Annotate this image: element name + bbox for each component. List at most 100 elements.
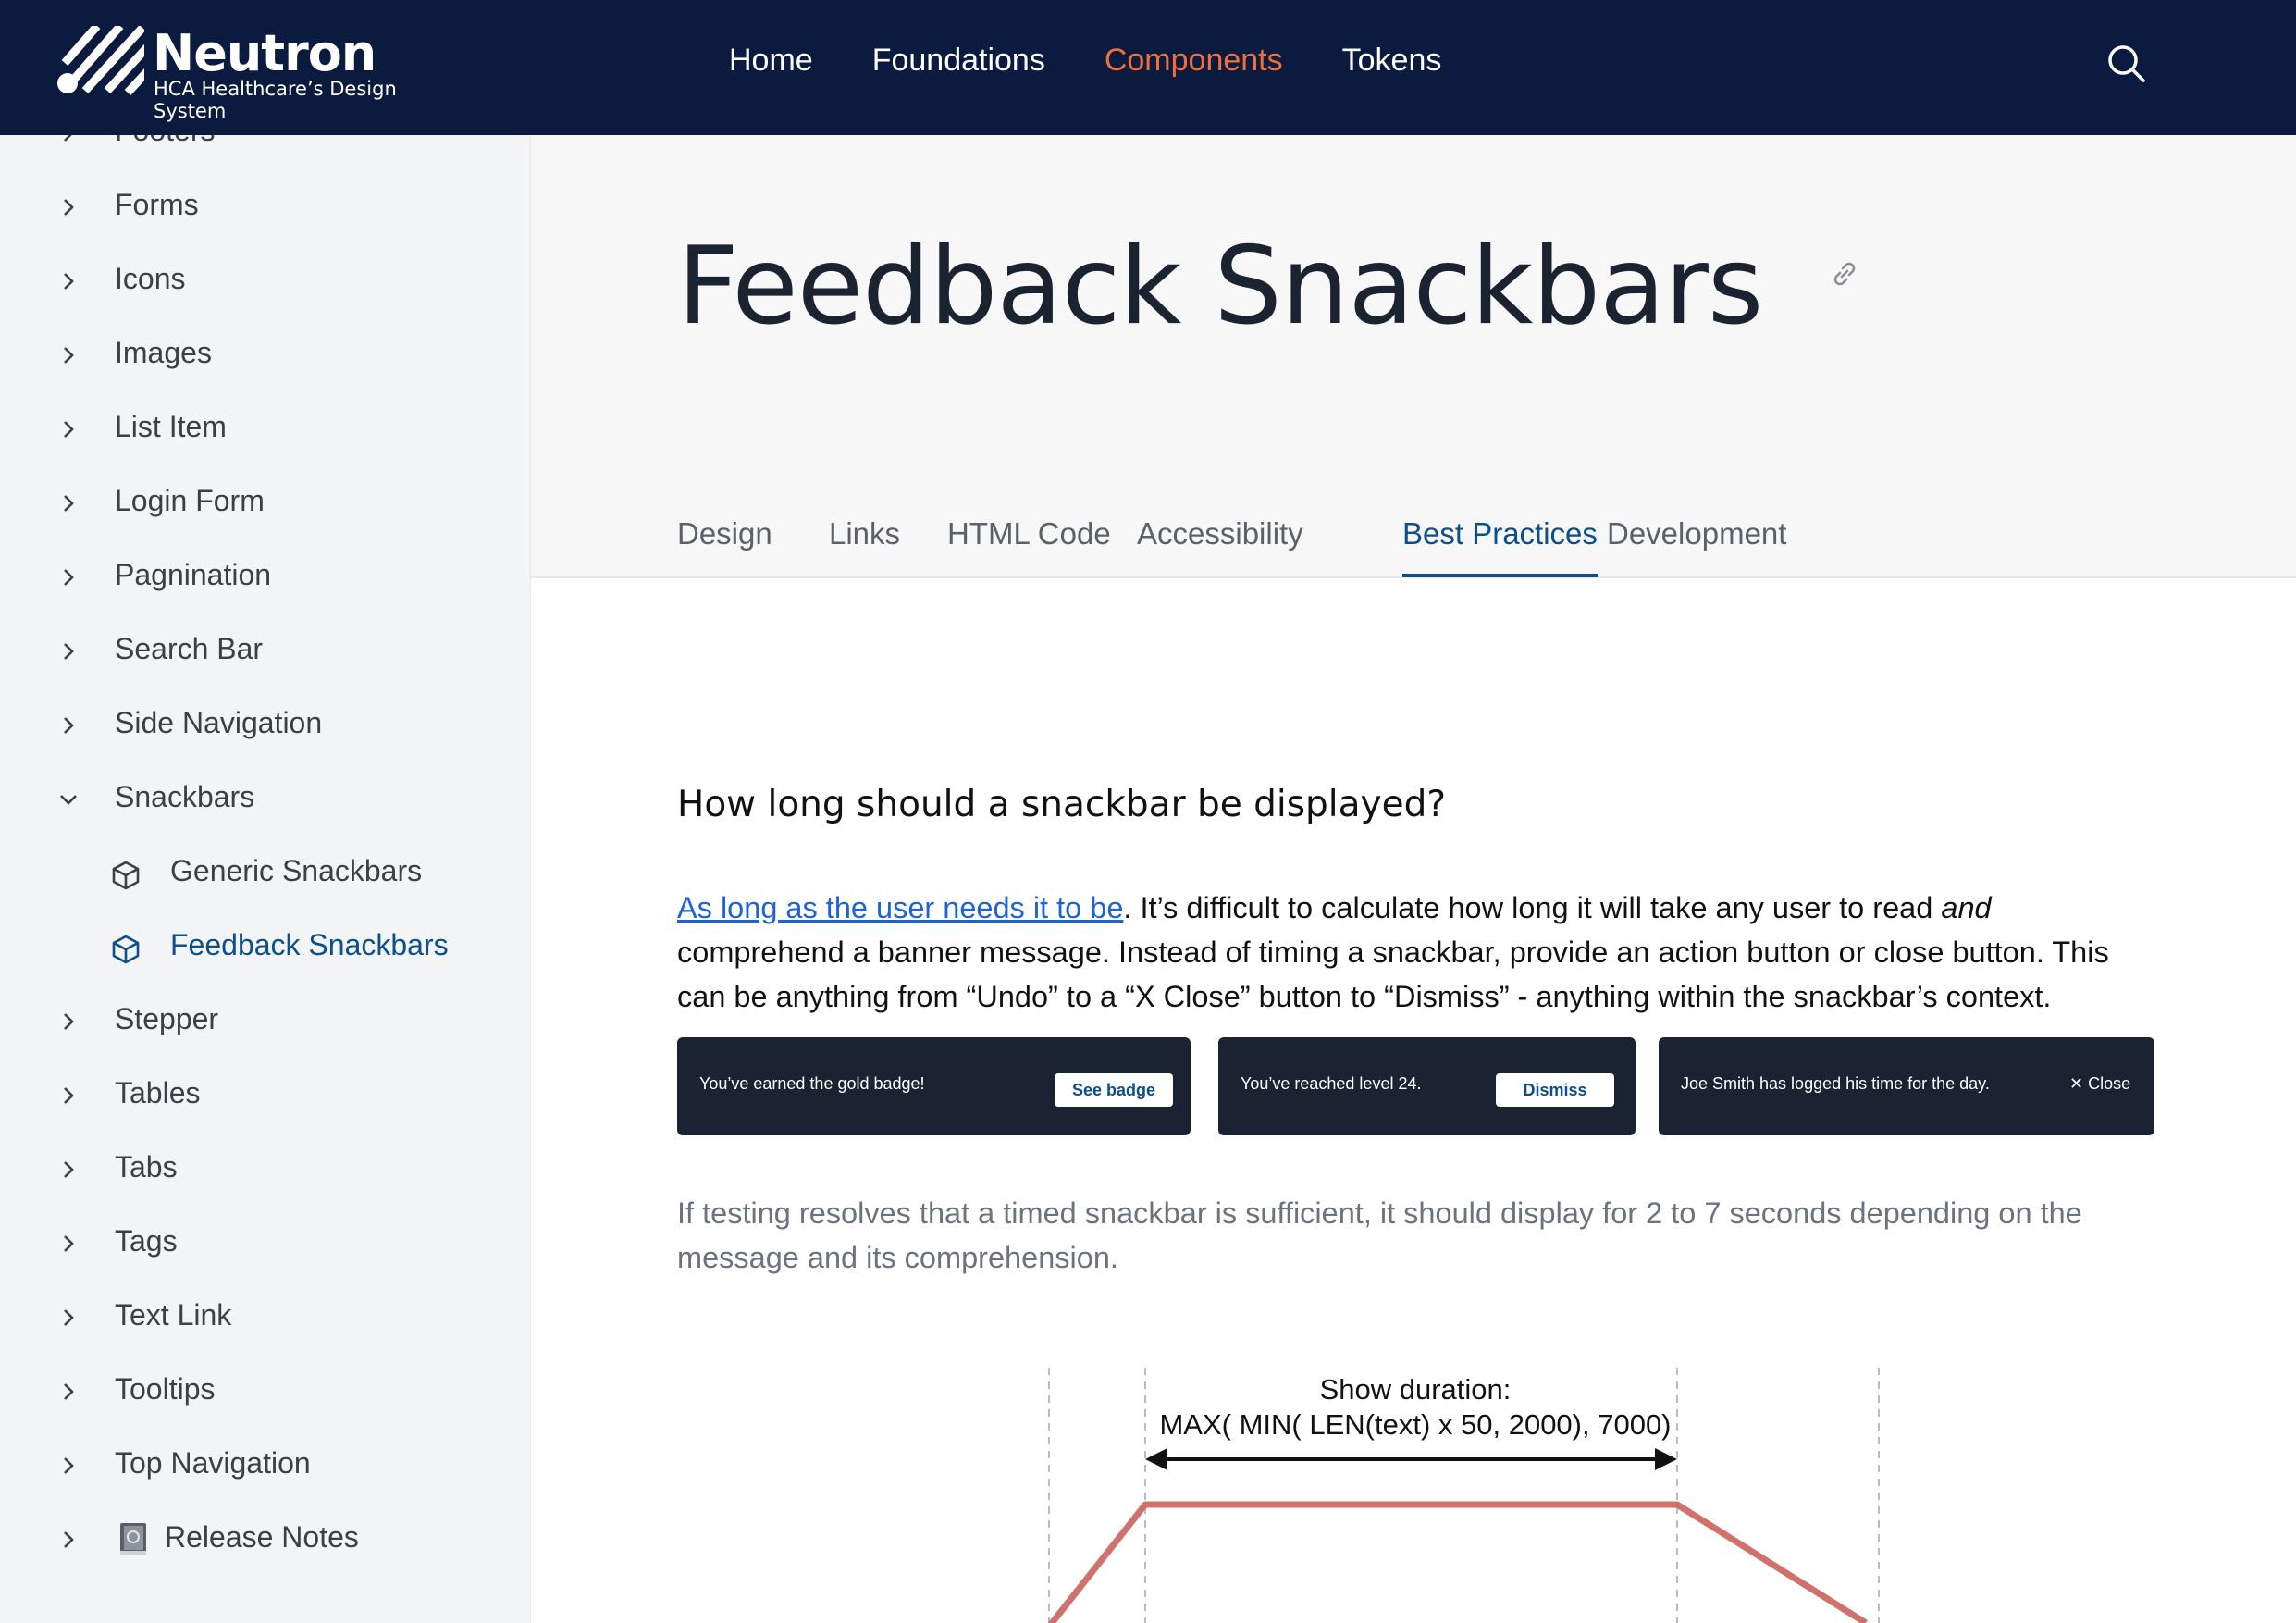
sidebar-item-label: Snackbars <box>115 780 255 813</box>
sidebar-item-label: Text Link <box>115 1298 232 1332</box>
sidebar-item-label: Tables <box>115 1076 201 1109</box>
sidebar-item-label: List Item <box>115 410 227 443</box>
diagram-label-line2: MAX( MIN( LEN(text) x 50, 2000), 7000) <box>1159 1408 1671 1441</box>
diagram-guides <box>1048 1368 1880 1623</box>
snackbar-message: You’ve earned the gold badge! <box>699 1074 925 1093</box>
sidebar-item-tags[interactable]: Tags <box>0 1216 530 1271</box>
sidebar-item-label: Search Bar <box>115 632 264 665</box>
sidebar: Footers Forms Icons Images List Item Log… <box>0 135 531 1623</box>
tab-html-code[interactable]: HTML Code <box>947 516 1111 577</box>
show-duration-diagram: Show duration: MAX( MIN( LEN(text) x 50,… <box>1047 1368 1880 1623</box>
snackbar-example: Joe Smith has logged his time for the da… <box>1659 1037 2154 1135</box>
sidebar-item-snackbars[interactable]: Snackbars <box>0 772 530 827</box>
link-icon[interactable] <box>1828 257 1861 291</box>
sidebar-subitem-feedback-snackbars[interactable]: Feedback Snackbars <box>0 920 530 975</box>
chevron-right-icon <box>64 135 72 142</box>
sidebar-item-label: Tooltips <box>115 1372 216 1406</box>
top-nav: Home Foundations Components Tokens <box>729 43 1500 79</box>
paragraph-emphasis: and <box>1941 891 1992 924</box>
sidebar-item-pagnination[interactable]: Pagnination <box>0 550 530 605</box>
top-nav-tokens[interactable]: Tokens <box>1342 43 1442 79</box>
sidebar-item-label: Release Notes <box>165 1520 359 1554</box>
top-nav-components[interactable]: Components <box>1105 43 1283 79</box>
brand-name: Neutron <box>153 24 376 82</box>
tab-links[interactable]: Links <box>829 516 900 577</box>
sidebar-item-label: Login Form <box>115 484 265 517</box>
chevron-right-icon <box>64 1457 74 1474</box>
sidebar-item-tabs[interactable]: Tabs <box>0 1142 530 1197</box>
chevron-right-icon <box>64 1013 74 1030</box>
chevron-right-icon <box>64 1235 74 1252</box>
chevron-right-icon <box>64 1309 74 1326</box>
sidebar-item-label: Stepper <box>115 1002 219 1035</box>
paragraph-timing: If testing resolves that a timed snackba… <box>677 1196 2082 1274</box>
chevron-right-icon <box>64 717 74 734</box>
sidebar-subitem-label: Generic Snackbars <box>170 854 423 887</box>
sidebar-item-label: Tabs <box>115 1150 178 1183</box>
display-curve <box>1047 1501 1868 1623</box>
chevron-right-icon <box>64 495 74 512</box>
sidebar-item-label: Icons <box>115 262 186 295</box>
tab-best-practices[interactable]: Best Practices <box>1402 516 1598 577</box>
sidebar-item-label: Footers <box>115 135 215 148</box>
tab-accessibility[interactable]: Accessibility <box>1137 516 1303 577</box>
snackbar-message: Joe Smith has logged his time for the da… <box>1681 1074 1990 1093</box>
sidebar-item-login-form[interactable]: Login Form <box>0 476 530 531</box>
duration-arrow <box>1145 1448 1677 1470</box>
dismiss-button[interactable]: Dismiss <box>1496 1073 1614 1107</box>
sidebar-item-label: Images <box>115 336 212 369</box>
cube-icon <box>112 861 140 890</box>
sidebar-item-search-bar[interactable]: Search Bar <box>0 624 530 679</box>
see-badge-button[interactable]: See badge <box>1055 1073 1173 1107</box>
chevron-right-icon <box>64 273 74 290</box>
chevron-down-icon <box>60 795 77 805</box>
search-icon[interactable] <box>2105 43 2146 83</box>
chevron-right-icon <box>64 347 74 364</box>
section-heading: How long should a snackbar be displayed? <box>677 784 1447 825</box>
inline-link[interactable]: As long as the user needs it to be <box>677 891 1123 924</box>
chevron-right-icon <box>64 1087 74 1104</box>
snackbar-example: You’ve earned the gold badge! See badge <box>677 1037 1191 1135</box>
neutron-logo-icon <box>57 26 144 95</box>
sidebar-item-release-notes[interactable]: Release Notes <box>0 1512 530 1567</box>
sidebar-subitem-generic-snackbars[interactable]: Generic Snackbars <box>0 846 530 901</box>
top-navigation-bar: Neutron HCA Healthcare’s Design System H… <box>0 0 2296 135</box>
brand-subtitle: HCA Healthcare’s Design System <box>154 78 397 122</box>
sidebar-item-stepper[interactable]: Stepper <box>0 994 530 1049</box>
diagram-label-line1: Show duration: <box>1320 1373 1512 1406</box>
sidebar-item-side-navigation[interactable]: Side Navigation <box>0 698 530 753</box>
sidebar-item-icons[interactable]: Icons <box>0 254 530 309</box>
sidebar-item-label: Top Navigation <box>115 1446 311 1480</box>
chevron-right-icon <box>64 1531 74 1548</box>
sidebar-item-forms[interactable]: Forms <box>0 180 530 235</box>
sidebar-subitem-label: Feedback Snackbars <box>170 928 449 961</box>
sidebar-item-top-navigation[interactable]: Top Navigation <box>0 1438 530 1493</box>
paragraph-text: . It’s difficult to calculate how long i… <box>1123 891 1942 924</box>
brand-logo[interactable]: Neutron HCA Healthcare’s Design System <box>56 24 453 122</box>
top-nav-home[interactable]: Home <box>729 43 813 79</box>
sidebar-item-label: Forms <box>115 188 199 221</box>
paragraph-intro: As long as the user needs it to be. It’s… <box>677 886 2120 1019</box>
sidebar-item-list-item[interactable]: List Item <box>0 402 530 457</box>
sidebar-item-tooltips[interactable]: Tooltips <box>0 1364 530 1419</box>
chevron-right-icon <box>64 1161 74 1178</box>
chevron-right-icon <box>64 569 74 586</box>
sidebar-item-label: Pagnination <box>115 558 272 591</box>
chevron-right-icon <box>64 1383 74 1400</box>
top-nav-foundations[interactable]: Foundations <box>872 43 1045 79</box>
sidebar-item-images[interactable]: Images <box>0 328 530 383</box>
sidebar-item-footers[interactable]: Footers <box>0 135 530 161</box>
snackbar-message: You’ve reached level 24. <box>1241 1074 1422 1093</box>
sidebar-item-tables[interactable]: Tables <box>0 1068 530 1123</box>
page-title: Feedback Snackbars <box>677 224 1763 349</box>
tab-design[interactable]: Design <box>677 516 772 577</box>
sidebar-item-label: Side Navigation <box>115 706 323 739</box>
page-header: Feedback Snackbars Design Links HTML Cod… <box>531 135 2296 578</box>
tab-development[interactable]: Development <box>1607 516 1786 577</box>
sidebar-item-text-link[interactable]: Text Link <box>0 1290 530 1345</box>
book-icon <box>120 1523 146 1555</box>
chevron-right-icon <box>64 643 74 660</box>
close-button[interactable]: ✕ Close <box>2069 1074 2130 1094</box>
cube-icon <box>112 935 140 964</box>
sidebar-item-label: Tags <box>115 1224 178 1258</box>
